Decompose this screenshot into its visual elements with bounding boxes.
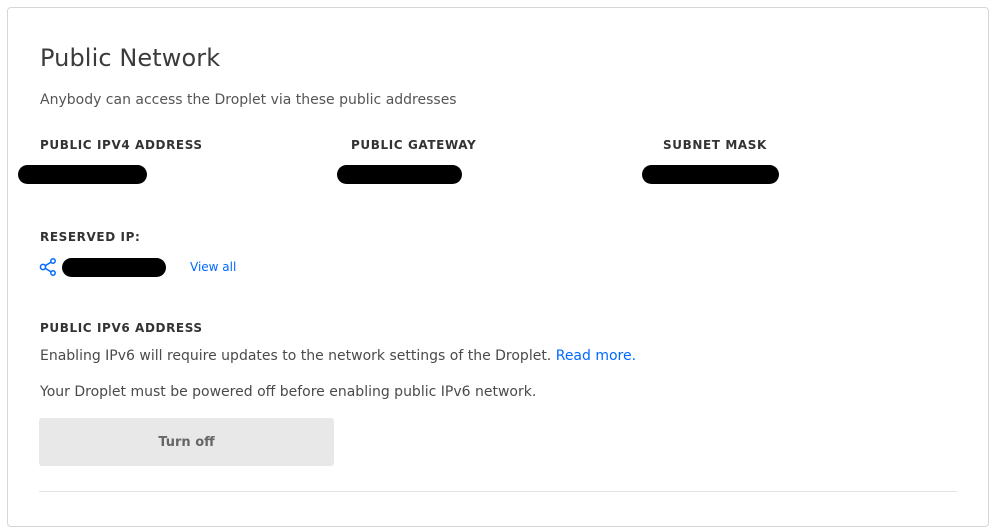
subnet-mask-redacted xyxy=(642,165,779,184)
section-title: Public Network xyxy=(40,44,221,72)
power-off-note: Your Droplet must be powered off before … xyxy=(40,384,537,400)
reserved-ip-label: RESERVED IP: xyxy=(40,230,141,244)
reserved-ip-redacted xyxy=(62,258,166,277)
view-all-link[interactable]: View all xyxy=(190,260,236,274)
gateway-label: PUBLIC GATEWAY xyxy=(351,138,477,152)
ipv6-address-label: PUBLIC IPV6 ADDRESS xyxy=(40,321,203,335)
section-subtitle: Anybody can access the Droplet via these… xyxy=(40,92,457,108)
gateway-redacted xyxy=(337,165,462,184)
ipv6-info-text: Enabling IPv6 will require updates to th… xyxy=(40,348,636,364)
turn-off-button[interactable]: Turn off xyxy=(39,418,334,466)
ipv6-info-message: Enabling IPv6 will require updates to th… xyxy=(40,348,552,364)
divider xyxy=(39,491,957,492)
subnet-mask-label: SUBNET MASK xyxy=(663,138,767,152)
read-more-link[interactable]: Read more. xyxy=(556,348,636,364)
share-network-icon xyxy=(39,258,59,276)
public-network-panel: Public Network Anybody can access the Dr… xyxy=(7,7,989,527)
ipv4-address-label: PUBLIC IPV4 ADDRESS xyxy=(40,138,203,152)
ipv4-address-redacted xyxy=(18,165,147,184)
